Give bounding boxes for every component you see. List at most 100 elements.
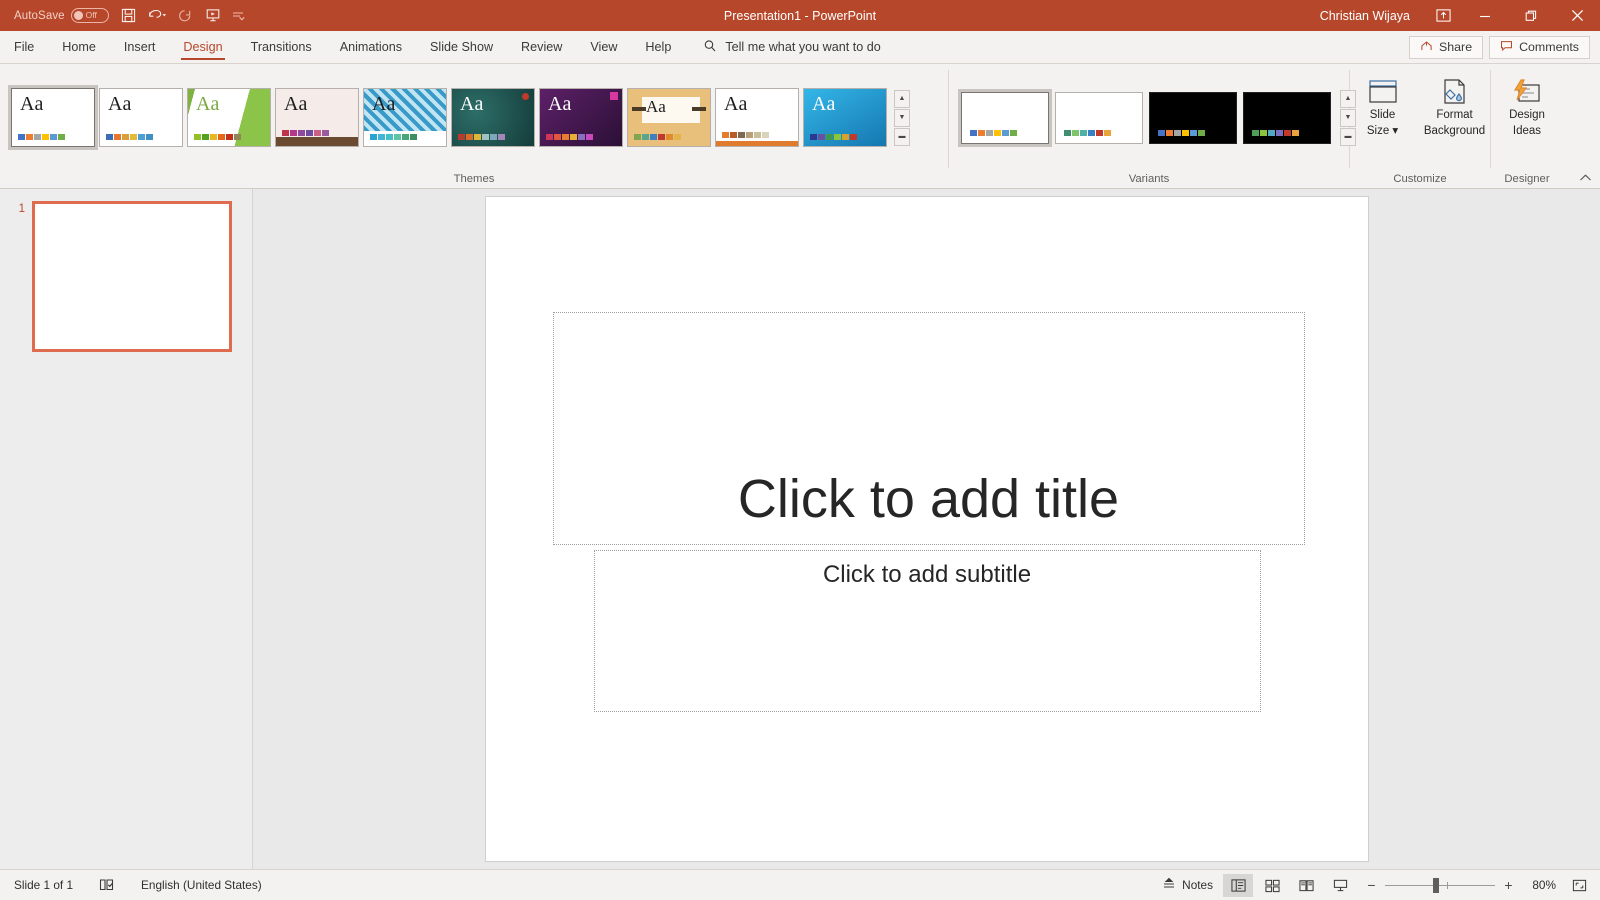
tell-me-search[interactable]: Tell me what you want to do xyxy=(685,31,881,63)
share-button[interactable]: Share xyxy=(1409,35,1484,59)
tab-transitions-label: Transitions xyxy=(250,40,312,54)
tab-design-label: Design xyxy=(183,40,223,54)
autosave-label: AutoSave xyxy=(14,9,65,22)
theme-swatches xyxy=(106,134,153,140)
theme-swatches xyxy=(194,134,241,140)
tab-bar-right: Share Comments xyxy=(1409,31,1600,63)
format-background-button[interactable]: Format Background xyxy=(1419,64,1490,171)
tab-help-label: Help xyxy=(645,40,672,54)
themes-more-icon[interactable]: ▬ xyxy=(894,127,910,146)
customize-group-label: Customize xyxy=(1393,173,1447,185)
slide-size-button[interactable]: Slide Size ▾ xyxy=(1350,64,1415,171)
theme-thumb-celestial[interactable]: Aa xyxy=(803,88,887,147)
variant-thumb-3[interactable] xyxy=(1149,91,1237,144)
spellcheck-icon[interactable] xyxy=(93,874,121,897)
themes-gallery-scrollbar[interactable]: ▲ ▼ ▬ xyxy=(894,89,911,146)
themes-scroll-up-icon[interactable]: ▲ xyxy=(894,89,910,108)
comments-label: Comments xyxy=(1519,40,1579,54)
tab-slide-show-label: Slide Show xyxy=(430,40,494,54)
customize-qat-icon[interactable] xyxy=(227,4,249,28)
language-indicator[interactable]: English (United States) xyxy=(135,874,268,897)
variant-thumb-1[interactable] xyxy=(958,88,1052,147)
tab-animations[interactable]: Animations xyxy=(326,31,416,63)
theme-swatches xyxy=(634,134,681,140)
fit-to-window-button[interactable] xyxy=(1566,874,1592,896)
themes-gallery[interactable]: Aa Aa Aa Aa Aa Aa Aa Aa Aa Aa ▲ ▼ ▬ xyxy=(0,85,911,150)
variants-gallery[interactable]: ▲ ▼ ▬ xyxy=(949,87,1357,149)
variant-thumb-4[interactable] xyxy=(1243,91,1331,144)
theme-thumb-office-2[interactable]: Aa xyxy=(99,88,183,147)
theme-aa-label: Aa xyxy=(646,97,666,116)
theme-preview-art-3 xyxy=(692,107,706,111)
tab-home[interactable]: Home xyxy=(48,31,110,63)
theme-aa-label: Aa xyxy=(196,93,220,115)
close-button[interactable] xyxy=(1554,0,1600,31)
normal-view-button[interactable] xyxy=(1223,873,1253,897)
tab-design[interactable]: Design xyxy=(169,31,236,63)
slide-sorter-view-button[interactable] xyxy=(1257,874,1287,897)
account-name[interactable]: Christian Wijaya xyxy=(1320,9,1424,23)
variant-swatches xyxy=(970,129,1017,136)
slide-thumbnail-pane[interactable]: 1 xyxy=(0,189,253,869)
notes-button[interactable]: Notes xyxy=(1156,874,1219,897)
zoom-level[interactable]: 80% xyxy=(1522,878,1556,892)
notes-label: Notes xyxy=(1182,878,1213,892)
slide-size-icon xyxy=(1367,72,1399,106)
slideshow-view-button[interactable] xyxy=(1325,874,1355,897)
restore-button[interactable] xyxy=(1508,0,1554,31)
variant-thumb-2[interactable] xyxy=(1055,91,1143,144)
tab-view-label: View xyxy=(590,40,618,54)
slide-thumbnail-1[interactable] xyxy=(32,201,232,352)
tab-insert-label: Insert xyxy=(123,40,156,54)
status-bar-left: Slide 1 of 1 English (United States) xyxy=(0,874,268,897)
theme-thumb-berlin[interactable]: Aa xyxy=(539,88,623,147)
theme-thumb-wisp[interactable]: Aa xyxy=(275,88,359,147)
theme-swatches xyxy=(722,132,769,138)
ribbon-group-themes: Aa Aa Aa Aa Aa Aa Aa Aa Aa Aa ▲ ▼ ▬ Them… xyxy=(0,64,948,188)
zoom-slider[interactable] xyxy=(1385,877,1495,893)
theme-thumb-office[interactable]: Aa xyxy=(8,85,98,150)
autosave-knob xyxy=(73,11,83,20)
tab-review[interactable]: Review xyxy=(507,31,576,63)
format-background-label-1: Format xyxy=(1436,109,1473,121)
theme-thumb-banded[interactable]: Aa xyxy=(715,88,799,147)
ribbon-display-options-icon[interactable] xyxy=(1424,0,1462,31)
theme-thumb-crop[interactable]: Aa xyxy=(363,88,447,147)
tab-slide-show[interactable]: Slide Show xyxy=(416,31,507,63)
status-bar-right: Notes − + 80% xyxy=(1156,873,1600,897)
reading-view-button[interactable] xyxy=(1291,874,1321,897)
theme-aa-label: Aa xyxy=(460,93,484,115)
theme-swatches xyxy=(18,134,65,140)
slide-count[interactable]: Slide 1 of 1 xyxy=(8,874,79,897)
subtitle-placeholder[interactable]: Click to add subtitle xyxy=(593,550,1261,712)
themes-scroll-down-icon[interactable]: ▼ xyxy=(894,108,910,127)
tab-insert[interactable]: Insert xyxy=(110,31,170,63)
slide-canvas[interactable]: Click to add title Click to add subtitle xyxy=(485,197,1368,861)
start-slideshow-icon[interactable] xyxy=(199,4,227,28)
slide-thumbnail-row[interactable]: 1 xyxy=(0,201,252,352)
tab-view[interactable]: View xyxy=(576,31,631,63)
theme-aa-label: Aa xyxy=(724,93,748,115)
theme-thumb-badge[interactable]: Aa xyxy=(627,88,711,147)
zoom-in-button[interactable]: + xyxy=(1502,878,1515,892)
zoom-control[interactable]: − + 80% xyxy=(1359,877,1562,893)
comments-button[interactable]: Comments xyxy=(1489,35,1590,59)
autosave-switch[interactable]: Off xyxy=(70,8,109,23)
tab-help[interactable]: Help xyxy=(631,31,685,63)
tab-animations-label: Animations xyxy=(339,40,403,54)
undo-icon[interactable] xyxy=(143,4,171,28)
minimize-button[interactable] xyxy=(1462,0,1508,31)
autosave-toggle[interactable]: AutoSave Off xyxy=(8,5,115,27)
zoom-out-button[interactable]: − xyxy=(1365,878,1378,892)
save-icon[interactable] xyxy=(115,4,143,28)
design-ideas-button[interactable]: Design Ideas xyxy=(1494,64,1560,171)
tab-file[interactable]: File xyxy=(0,31,48,63)
redo-icon[interactable] xyxy=(171,4,199,28)
title-placeholder[interactable]: Click to add title xyxy=(552,312,1305,545)
zoom-slider-handle[interactable] xyxy=(1433,877,1439,893)
tab-transitions[interactable]: Transitions xyxy=(237,31,326,63)
theme-thumb-facet[interactable]: Aa xyxy=(187,88,271,147)
collapse-ribbon-icon[interactable] xyxy=(1576,170,1594,186)
design-ideas-icon xyxy=(1511,72,1543,106)
theme-thumb-ion-boardroom[interactable]: Aa xyxy=(451,88,535,147)
